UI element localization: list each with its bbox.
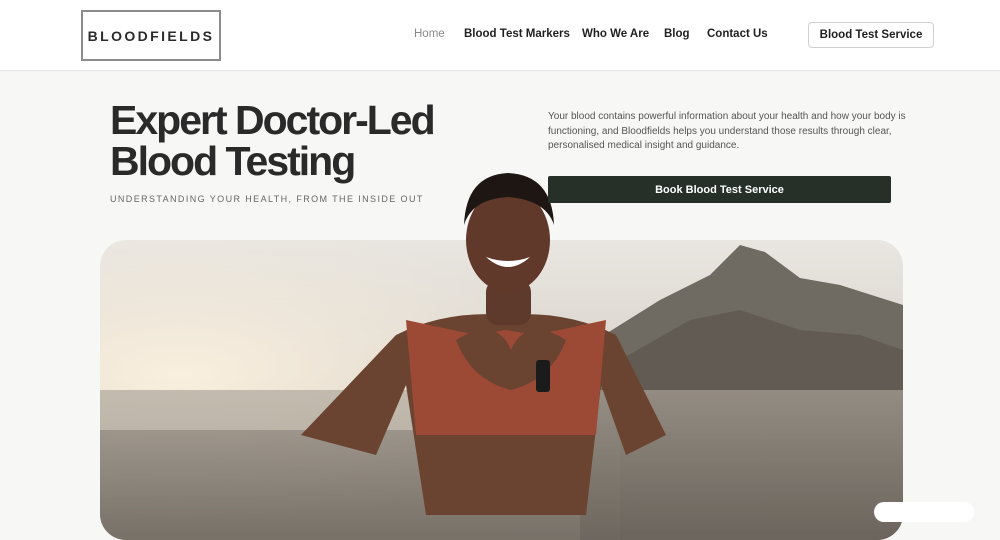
blood-test-service-button[interactable]: Blood Test Service: [808, 22, 934, 48]
page-title: Expert Doctor-Led Blood Testing: [110, 97, 436, 184]
logo[interactable]: BLOODFIELDS: [81, 10, 221, 61]
nav-home[interactable]: Home: [414, 28, 445, 40]
logo-text: BLOODFIELDS: [87, 27, 215, 44]
page-title-line-2: Blood Testing: [110, 138, 356, 184]
corner-widget[interactable]: [874, 502, 974, 522]
woman-photo: [296, 165, 676, 515]
nav-blood-test-markers[interactable]: Blood Test Markers: [464, 28, 570, 40]
tagline: UNDERSTANDING YOUR HEALTH, FROM THE INSI…: [110, 194, 424, 204]
nav-contact-us[interactable]: Contact Us: [707, 28, 768, 40]
nav-blog[interactable]: Blog: [664, 28, 690, 40]
intro-text: Your blood contains powerful information…: [548, 111, 906, 151]
book-blood-test-button[interactable]: Book Blood Test Service: [548, 176, 891, 203]
site-header: BLOODFIELDS Home Blood Test Markers Who …: [0, 0, 1000, 71]
nav-who-we-are[interactable]: Who We Are: [582, 28, 649, 40]
page-title-line-1: Expert Doctor-Led: [110, 97, 436, 143]
